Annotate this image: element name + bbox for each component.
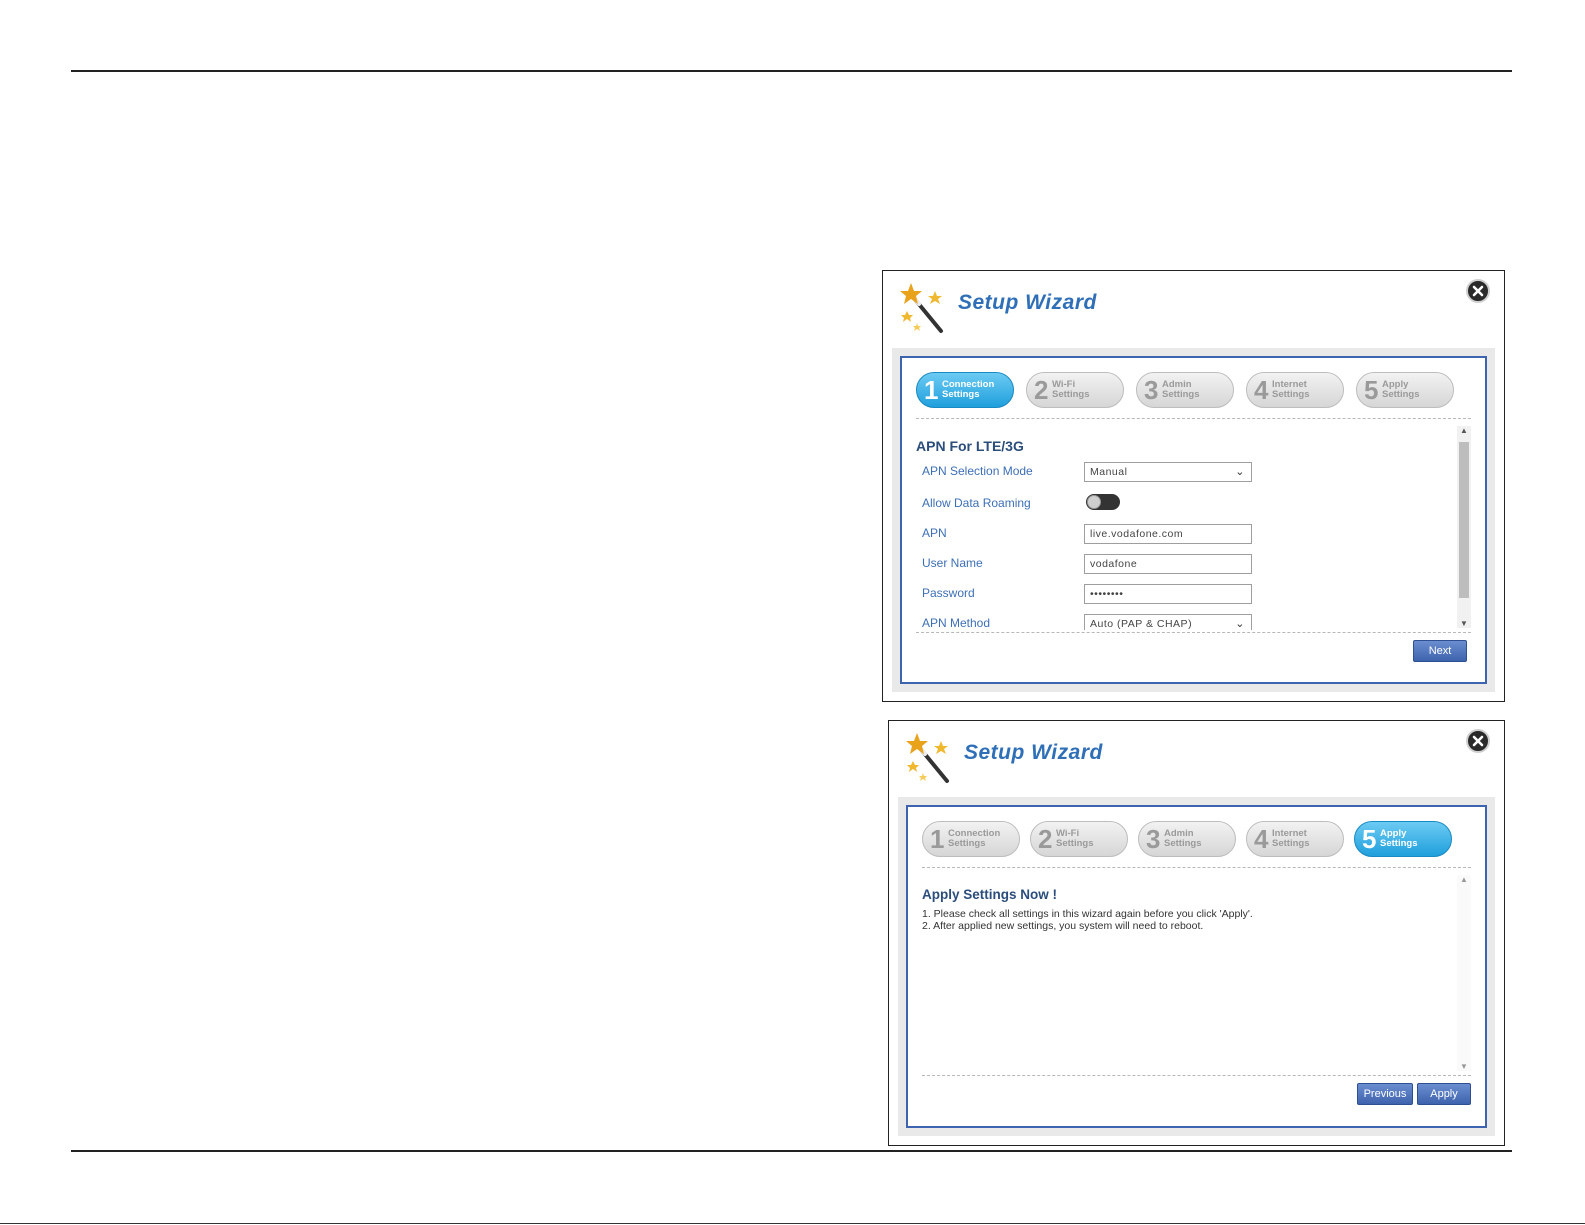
wizard-frame: 1 Connection Settings 2 Wi-Fi Settings 3 A…	[892, 348, 1495, 692]
header-rule	[71, 70, 1512, 72]
step-connection-settings[interactable]: 1 Connection Settings	[916, 372, 1014, 408]
step-number: 4	[1254, 824, 1269, 854]
scrollbar[interactable]: ▲ ▼	[1457, 426, 1471, 628]
step-admin-settings[interactable]: 3 Admin Settings	[1138, 821, 1236, 857]
field-label: Allow Data Roaming	[922, 496, 1031, 510]
scroll-down-icon[interactable]: ▼	[1457, 1062, 1471, 1071]
step-number: 3	[1144, 375, 1159, 405]
step-label: Admin Settings	[1162, 379, 1200, 400]
divider	[922, 867, 1471, 868]
wizard-title: Setup Wizard	[958, 291, 1097, 314]
apply-button[interactable]: Apply	[1417, 1083, 1471, 1105]
step-wifi-settings[interactable]: 2 Wi-Fi Settings	[1026, 372, 1124, 408]
apn-input[interactable]: live.vodafone.com	[1084, 524, 1252, 544]
step-number: 5	[1362, 824, 1377, 854]
apn-method-select[interactable]: Auto (PAP & CHAP) ⌄	[1084, 614, 1252, 630]
previous-button[interactable]: Previous	[1357, 1083, 1413, 1105]
step-label: Apply Settings	[1380, 828, 1418, 849]
step-label: Admin Settings	[1164, 828, 1202, 849]
field-label: APN Selection Mode	[922, 464, 1033, 478]
step-number: 5	[1364, 375, 1379, 405]
setup-wizard-apply: Setup Wizard 1 Connection Settings 2 Wi-F…	[888, 720, 1505, 1146]
step-number: 3	[1146, 824, 1161, 854]
wizard-header: Setup Wizard	[889, 721, 1504, 797]
section-title: APN For LTE/3G	[916, 438, 1024, 454]
step-label: Connection Settings	[942, 379, 995, 400]
chevron-down-icon: ⌄	[1235, 618, 1245, 630]
wizard-body: 1 Connection Settings 2 Wi-Fi Settings 3 A…	[906, 805, 1487, 1128]
divider	[916, 418, 1471, 419]
magic-wand-icon	[900, 283, 943, 333]
field-label: User Name	[922, 556, 983, 570]
toggle-knob	[1087, 495, 1101, 509]
wizard-steps: 1 Connection Settings 2 Wi-Fi Settings 3 A…	[916, 372, 1471, 412]
wizard-title: Setup Wizard	[964, 741, 1103, 764]
page-edge-rule	[0, 1223, 1585, 1224]
chevron-down-icon: ⌄	[1235, 466, 1245, 478]
scroll-thumb[interactable]	[1459, 442, 1469, 598]
apn-row: APN live.vodafone.com	[922, 524, 1322, 546]
wizard-frame: 1 Connection Settings 2 Wi-Fi Settings 3 A…	[898, 797, 1495, 1136]
step-apply-settings[interactable]: 5 Apply Settings	[1354, 821, 1452, 857]
allow-data-roaming-toggle[interactable]	[1086, 494, 1120, 510]
step-wifi-settings[interactable]: 2 Wi-Fi Settings	[1030, 821, 1128, 857]
password-row: Password ••••••••	[922, 584, 1322, 606]
magic-wand-icon	[906, 733, 949, 783]
step-number: 1	[924, 375, 939, 405]
setup-wizard-connection: Setup Wizard 1 Connection Settings 2 Wi-F…	[882, 270, 1505, 702]
close-icon[interactable]	[1466, 729, 1490, 753]
apn-method-row: APN Method Auto (PAP & CHAP) ⌄	[922, 614, 1322, 630]
wizard-header: Setup Wizard	[883, 271, 1504, 347]
step-admin-settings[interactable]: 3 Admin Settings	[1136, 372, 1234, 408]
divider	[916, 632, 1471, 633]
step-label: Internet Settings	[1272, 379, 1310, 400]
step-internet-settings[interactable]: 4 Internet Settings	[1246, 372, 1344, 408]
step-label: Internet Settings	[1272, 828, 1310, 849]
footer-rule	[71, 1150, 1512, 1152]
step-internet-settings[interactable]: 4 Internet Settings	[1246, 821, 1344, 857]
step-number: 2	[1038, 824, 1053, 854]
wizard-body: 1 Connection Settings 2 Wi-Fi Settings 3 A…	[900, 356, 1487, 684]
step-number: 1	[930, 824, 945, 854]
scrollbar[interactable]: ▲ ▼	[1457, 875, 1471, 1071]
username-row: User Name vodafone	[922, 554, 1322, 576]
step-label: Wi-Fi Settings	[1052, 379, 1090, 400]
apply-instruction: 1. Please check all settings in this wiz…	[922, 908, 1253, 920]
field-label: APN Method	[922, 616, 991, 630]
scroll-down-icon[interactable]: ▼	[1457, 619, 1471, 628]
apply-title: Apply Settings Now !	[922, 887, 1057, 902]
field-label: Password	[922, 586, 975, 600]
step-label: Apply Settings	[1382, 379, 1420, 400]
field-label: APN	[922, 526, 947, 540]
next-button[interactable]: Next	[1413, 640, 1467, 662]
step-label: Connection Settings	[948, 828, 1001, 849]
step-number: 4	[1254, 375, 1269, 405]
apply-content: Apply Settings Now ! 1. Please check all…	[922, 877, 1455, 1073]
form-area: APN For LTE/3G APN Selection Mode Manual…	[916, 428, 1455, 630]
step-number: 2	[1034, 375, 1049, 405]
username-input[interactable]: vodafone	[1084, 554, 1252, 574]
password-input[interactable]: ••••••••	[1084, 584, 1252, 604]
apply-instruction: 2. After applied new settings, you syste…	[922, 920, 1204, 932]
roaming-row: Allow Data Roaming	[922, 494, 1322, 516]
scroll-up-icon[interactable]: ▲	[1457, 426, 1471, 435]
step-label: Wi-Fi Settings	[1056, 828, 1094, 849]
apn-mode-row: APN Selection Mode Manual ⌄	[922, 462, 1322, 484]
step-apply-settings[interactable]: 5 Apply Settings	[1356, 372, 1454, 408]
apn-selection-mode-select[interactable]: Manual ⌄	[1084, 462, 1252, 482]
divider	[922, 1075, 1471, 1076]
wizard-steps: 1 Connection Settings 2 Wi-Fi Settings 3 A…	[922, 821, 1471, 861]
scroll-up-icon[interactable]: ▲	[1457, 875, 1471, 884]
close-icon[interactable]	[1466, 279, 1490, 303]
step-connection-settings[interactable]: 1 Connection Settings	[922, 821, 1020, 857]
